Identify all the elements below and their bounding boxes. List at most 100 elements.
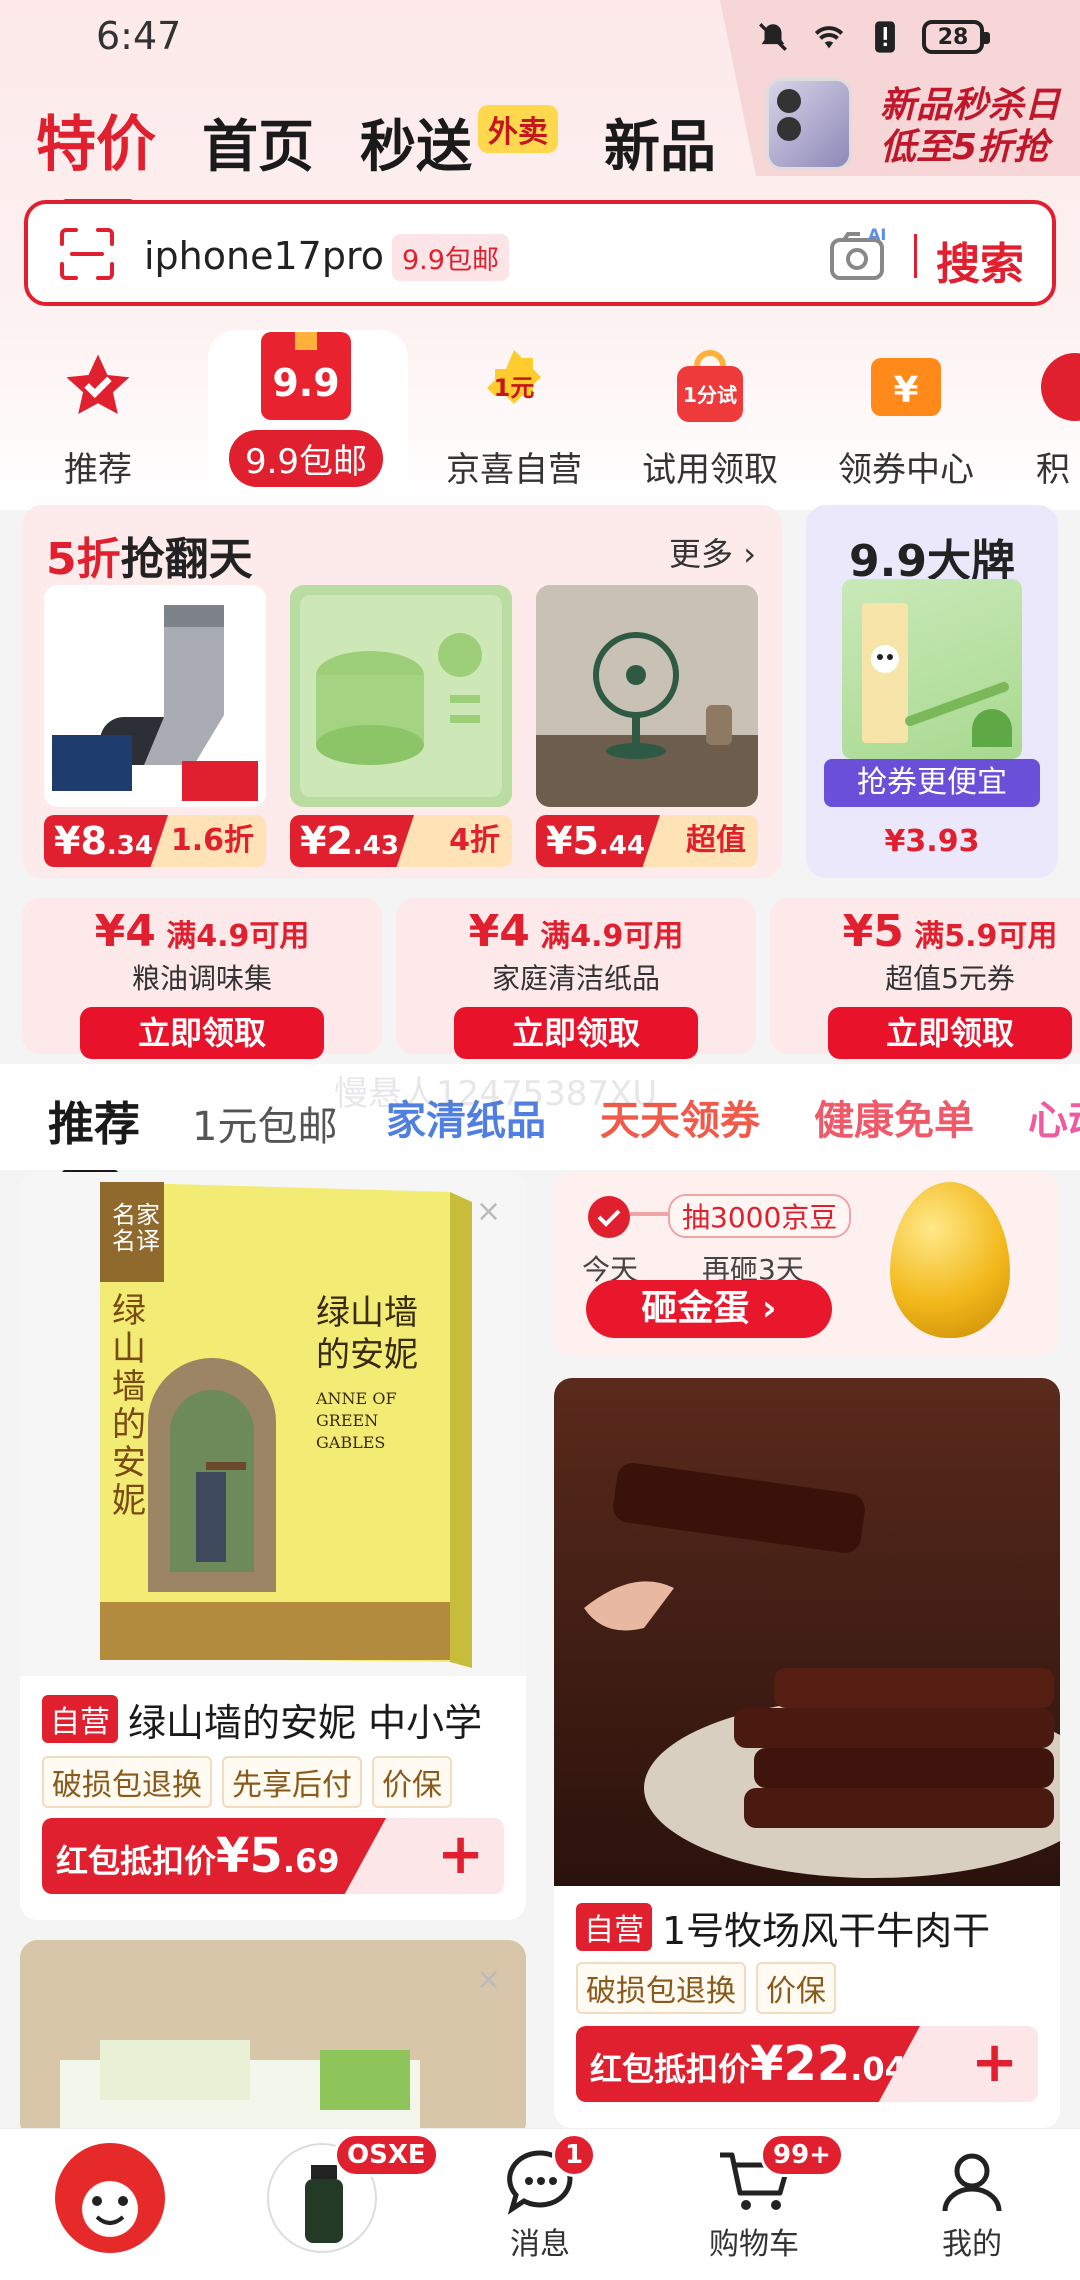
deal-more-link[interactable]: 更多 ›: [669, 529, 756, 575]
search-input[interactable]: iphone17pro: [144, 234, 384, 278]
pen-image: [842, 579, 1022, 759]
add-to-cart-button[interactable]: +: [971, 2030, 1018, 2095]
coupon-desc: 粮油调味集: [131, 962, 272, 995]
book-cover-title: 绿山墙的安妮: [316, 1293, 418, 1375]
jd-mascot-icon: [55, 2143, 165, 2253]
deal-product[interactable]: ¥5.44 超值: [536, 585, 758, 867]
product-card-tissue[interactable]: ×: [20, 1940, 526, 2140]
deal-product[interactable]: ¥2.43 4折: [290, 585, 512, 867]
search-divider: [914, 234, 917, 278]
claim-coupon-button[interactable]: 立即领取: [828, 1007, 1072, 1059]
claim-coupon-button[interactable]: 立即领取: [80, 1007, 324, 1059]
cart-badge: 99+: [760, 2133, 844, 2177]
coupon-header: ¥5 满5.9可用: [770, 906, 1080, 957]
product-card-beef[interactable]: 自营 1号牧场风干牛肉干 破损包退换 价保 红包抵扣价¥22.04 +: [554, 1378, 1060, 2128]
coupon-card: ¥4 满4.9可用 家庭清洁纸品 立即领取: [396, 898, 756, 1059]
ice-mold-image: [290, 585, 512, 807]
feed-tab-1yuan[interactable]: 1元包邮: [192, 1094, 337, 1152]
brand-coupon-button[interactable]: 抢券更便宜: [824, 759, 1040, 807]
category-label: 9.9包邮: [228, 430, 384, 487]
close-icon[interactable]: ×: [476, 1194, 501, 1229]
deal-discount: 1.6折: [170, 823, 254, 858]
deal-price-cents: .44: [598, 831, 645, 861]
tab-new[interactable]: 新品: [604, 102, 716, 183]
one-yuan-icon: 1元: [475, 348, 553, 426]
category-trial[interactable]: 1分试 试用领取: [620, 348, 800, 491]
category-label: 试用领取: [642, 450, 778, 490]
feed-tab-recommend[interactable]: 推荐: [48, 1088, 140, 1176]
claim-coupon-button[interactable]: 立即领取: [454, 1007, 698, 1059]
close-icon[interactable]: ×: [476, 1962, 501, 1997]
deal-price-yuan: ¥2: [300, 819, 353, 863]
book-series: 名家名译: [112, 1201, 160, 1255]
price-label: 红包抵扣价: [590, 2050, 751, 2088]
beef-buy-bar[interactable]: 红包抵扣价¥22.04 +: [576, 2026, 1038, 2102]
product-card-book[interactable]: 名家名译 绿山墙的安妮 绿山墙的安妮 ANNE OF GREEN GABLES …: [20, 1172, 526, 1920]
price-yuan: ¥5: [216, 1828, 283, 1884]
tab-miaosong-label: 秒送: [360, 115, 472, 180]
nav-label: 消息: [510, 2227, 570, 2262]
category-label: 京喜自营: [446, 450, 582, 490]
brand-section[interactable]: 9.9大牌 抢券更便宜 ¥3.93: [806, 505, 1058, 878]
gift-99-icon: 9.9: [257, 326, 355, 424]
service-chip: 先享后付: [222, 1756, 362, 1808]
feed-tab-heart[interactable]: 心动: [1028, 1088, 1080, 1146]
deal-product[interactable]: ¥8.34 1.6折: [44, 585, 266, 867]
nav-product[interactable]: OSXE: [222, 2133, 439, 2253]
nav-home[interactable]: [10, 2143, 210, 2253]
deal-title-black: 抢翻天: [120, 534, 253, 585]
add-to-cart-button[interactable]: +: [437, 1822, 484, 1887]
status-icons: 28: [754, 18, 990, 56]
search-bar[interactable]: iphone17pro 9.9包邮 AI 搜索: [24, 200, 1056, 306]
nav-cart[interactable]: 购物车 99+: [654, 2133, 854, 2263]
scan-icon[interactable]: [58, 226, 116, 282]
tab-miaosong[interactable]: 秒送 外卖: [360, 102, 558, 183]
tab-home[interactable]: 首页: [202, 102, 314, 183]
check-icon: [588, 1196, 630, 1238]
deal-more-label: 更多: [669, 535, 734, 573]
category-recommend[interactable]: 推荐: [8, 348, 188, 491]
category-coupons[interactable]: ¥ 领券中心: [816, 348, 996, 491]
service-chip: 破损包退换: [576, 1962, 746, 2014]
deal-price-cents: .43: [352, 831, 399, 861]
deal-price-yuan: ¥8: [54, 819, 107, 863]
price-cents: .69: [282, 1842, 340, 1880]
golden-egg-card[interactable]: 抽3000京豆 今天 再砸3天 砸金蛋 ›: [554, 1172, 1060, 1356]
search-button[interactable]: 搜索: [936, 228, 1024, 292]
coupon-header: ¥4 满4.9可用: [22, 906, 382, 957]
category-label: 积: [1036, 450, 1070, 490]
category-jingxi[interactable]: 1元 京喜自营: [424, 348, 604, 491]
coupon-desc: 超值5元券: [885, 962, 1015, 995]
message-badge: 1: [552, 2133, 597, 2177]
coupon-condition: 满5.9可用: [914, 919, 1058, 954]
nav-messages[interactable]: 消息 1: [440, 2133, 640, 2263]
book-image: 名家名译 绿山墙的安妮 绿山墙的安妮 ANNE OF GREEN GABLES: [20, 1172, 526, 1676]
service-chip: 价保: [372, 1756, 452, 1808]
product-badge: OSXE: [334, 2133, 439, 2177]
beef-image: [554, 1378, 1060, 1886]
camera-icon[interactable]: AI: [828, 224, 890, 284]
service-chip: 价保: [756, 1962, 836, 2014]
deal-discount: 超值: [686, 823, 746, 858]
top-tabs: 特价 首页 秒送 外卖 新品: [36, 96, 762, 207]
nav-label: 购物车: [709, 2227, 799, 2262]
beef-title: 自营 1号牧场风干牛肉干: [576, 1900, 990, 1955]
smash-egg-button[interactable]: 砸金蛋 ›: [586, 1280, 832, 1338]
book-cover-subtitle: ANNE OF GREEN GABLES: [316, 1389, 397, 1452]
category-99[interactable]: 9.9 9.9包邮: [216, 326, 396, 487]
category-partial[interactable]: 积: [1036, 348, 1080, 491]
self-operated-badge: 自营: [576, 1903, 652, 1951]
tab-tejia[interactable]: 特价: [36, 96, 156, 207]
sim-alert-icon: [866, 18, 904, 56]
watermark: 慢悬人12475387XU: [334, 1074, 658, 1114]
nav-profile[interactable]: 我的: [872, 2149, 1072, 2263]
coupon-card: ¥4 满4.9可用 粮油调味集 立即领取: [22, 898, 382, 1059]
phone-image: [766, 78, 852, 170]
book-buy-bar[interactable]: 红包抵扣价¥5.69 +: [42, 1818, 504, 1894]
gift-99-badge: 9.9: [272, 361, 339, 405]
feed-tab-health[interactable]: 健康免单: [814, 1088, 974, 1146]
golden-egg-icon: [890, 1182, 1010, 1338]
search-tag: 9.9包邮: [392, 234, 509, 281]
wifi-icon: [810, 18, 848, 56]
brand-price-cents: .93: [926, 824, 980, 859]
